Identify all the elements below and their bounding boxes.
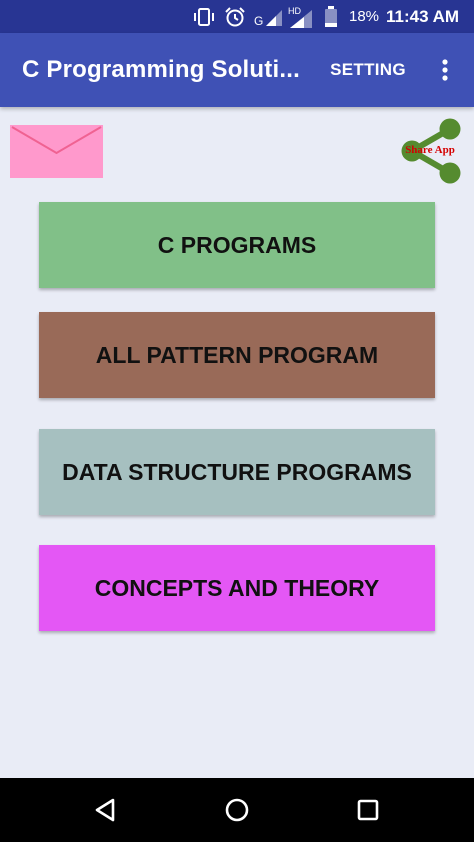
home-circle-icon <box>225 798 249 822</box>
overflow-menu-icon <box>442 59 448 81</box>
signal-strength-hd-icon: HD <box>286 0 314 33</box>
data-structure-programs-button[interactable]: DATA STRUCTURE PROGRAMS <box>39 429 435 515</box>
recents-button[interactable] <box>338 778 398 842</box>
envelope-icon <box>10 125 103 178</box>
battery-percent: 18% <box>349 8 380 25</box>
home-button[interactable] <box>207 778 267 842</box>
concepts-and-theory-button[interactable]: CONCEPTS AND THEORY <box>39 545 435 631</box>
setting-button[interactable]: SETTING <box>322 33 414 107</box>
app-bar: C Programming Soluti... SETTING <box>0 33 474 107</box>
navigation-bar <box>0 778 474 842</box>
overflow-menu-button[interactable] <box>428 33 462 107</box>
back-button[interactable] <box>75 778 135 842</box>
battery-icon <box>323 0 339 33</box>
vibrate-icon <box>192 0 216 33</box>
clock-time: 11:43 AM <box>386 6 460 26</box>
share-app-label: Share App <box>405 144 455 156</box>
app-title: C Programming Soluti... <box>22 56 300 83</box>
hd-label: HD <box>288 6 301 16</box>
back-triangle-icon <box>95 798 115 822</box>
all-pattern-program-button[interactable]: ALL PATTERN PROGRAM <box>39 312 435 398</box>
signal-strength-icon: G <box>254 0 284 33</box>
mail-button[interactable] <box>10 125 103 178</box>
share-app-button[interactable]: Share App <box>396 118 464 184</box>
network-type-label: G <box>254 14 263 28</box>
alarm-icon <box>224 0 246 33</box>
recents-square-icon <box>357 799 379 821</box>
status-bar: G HD 18% 11:43 AM <box>0 0 474 33</box>
c-programs-button[interactable]: C PROGRAMS <box>39 202 435 288</box>
